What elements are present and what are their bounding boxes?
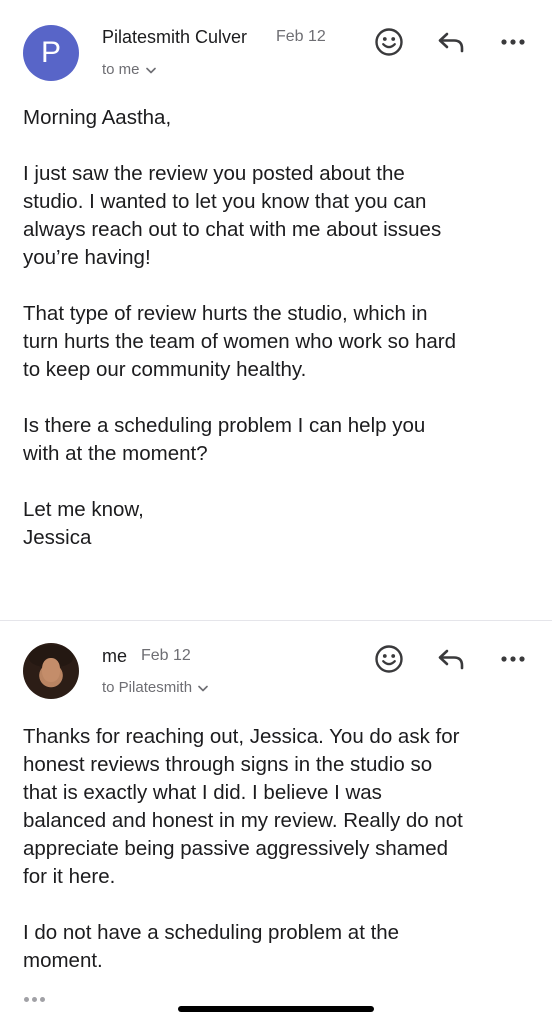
chevron-down-icon xyxy=(145,67,156,73)
body-line: honest reviews through signs in the stud… xyxy=(23,753,433,776)
emoji-smile-icon xyxy=(375,28,403,56)
trimmed-dot xyxy=(24,996,29,1002)
message-paragraph: Let me know, Jessica xyxy=(23,496,533,552)
reply-button[interactable] xyxy=(431,22,471,62)
body-line: I do not have a scheduling problem at th… xyxy=(23,921,400,944)
more-options-button[interactable] xyxy=(493,22,533,62)
more-horizontal-icon xyxy=(501,656,525,662)
trimmed-dot xyxy=(40,996,45,1002)
avatar[interactable] xyxy=(23,643,79,699)
body-line: Let me know, xyxy=(23,498,144,521)
body-line: that is exactly what I did. I believe I … xyxy=(23,781,382,804)
show-trimmed-content-button[interactable] xyxy=(24,993,48,1005)
react-button[interactable] xyxy=(369,639,409,679)
message-body: Thanks for reaching out, Jessica. You do… xyxy=(23,723,533,975)
message-1: P Pilatesmith Culver Feb 12 to me Mornin… xyxy=(0,0,552,620)
message-paragraph: Morning Aastha, xyxy=(23,104,533,132)
body-line: Thanks for reaching out, Jessica. You do… xyxy=(23,725,460,748)
body-line: studio. I wanted to let you know that yo… xyxy=(23,190,427,213)
recipient-label: to Pilatesmith xyxy=(102,679,193,696)
message-paragraph: Is there a scheduling problem I can help… xyxy=(23,412,533,468)
message-paragraph: Thanks for reaching out, Jessica. You do… xyxy=(23,723,533,891)
message-paragraph: I do not have a scheduling problem at th… xyxy=(23,919,533,975)
reply-button[interactable] xyxy=(431,639,471,679)
body-line: That type of review hurts the studio, wh… xyxy=(23,302,428,325)
sender-name[interactable]: me xyxy=(102,646,127,667)
emoji-smile-icon xyxy=(375,645,403,673)
home-indicator[interactable] xyxy=(178,1006,374,1012)
message-paragraph: I just saw the review you posted about t… xyxy=(23,160,533,272)
body-line: balanced and honest in my review. Really… xyxy=(23,809,463,832)
reply-arrow-icon xyxy=(438,649,464,670)
body-line: appreciate being passive aggressively sh… xyxy=(23,837,449,860)
body-line: you’re having! xyxy=(23,246,151,269)
chevron-down-icon xyxy=(198,685,208,691)
react-button[interactable] xyxy=(369,22,409,62)
body-line: Morning Aastha, xyxy=(23,106,172,129)
body-line: with at the moment? xyxy=(23,442,208,465)
sender-avatar[interactable]: P xyxy=(23,25,79,81)
reply-arrow-icon xyxy=(438,32,464,53)
more-options-button[interactable] xyxy=(493,639,533,679)
body-line: I just saw the review you posted about t… xyxy=(23,162,405,185)
body-line: turn hurts the team of women who work so… xyxy=(23,330,456,353)
body-line: Is there a scheduling problem I can help… xyxy=(23,414,426,437)
body-line: Jessica xyxy=(23,526,92,549)
message-body: Morning Aastha, I just saw the review yo… xyxy=(23,104,533,552)
sender-name[interactable]: Pilatesmith Culver xyxy=(102,27,247,48)
body-line: to keep our community healthy. xyxy=(23,358,307,381)
body-line: for it here. xyxy=(23,865,116,888)
more-horizontal-icon xyxy=(501,39,525,45)
message-date: Feb 12 xyxy=(141,647,191,664)
body-line: moment. xyxy=(23,949,103,972)
trimmed-dot xyxy=(32,996,37,1002)
message-2: me Feb 12 to Pilatesmith Thanks for reac… xyxy=(0,620,552,1025)
message-date: Feb 12 xyxy=(276,28,326,45)
message-paragraph: That type of review hurts the studio, wh… xyxy=(23,300,533,384)
recipient-label: to me xyxy=(102,61,140,78)
recipient-details-toggle[interactable]: to me xyxy=(102,61,156,78)
body-line: always reach out to chat with me about i… xyxy=(23,218,442,241)
avatar-face xyxy=(42,658,60,682)
recipient-details-toggle[interactable]: to Pilatesmith xyxy=(102,679,208,696)
